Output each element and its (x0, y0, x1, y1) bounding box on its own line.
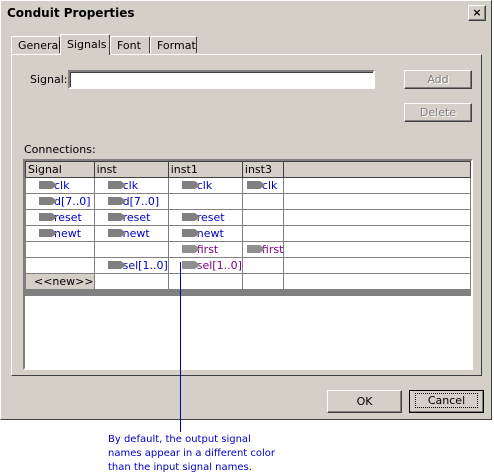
grid-cell[interactable]: newt (25, 225, 95, 242)
grid-cell[interactable] (167, 193, 243, 210)
grid-cell[interactable] (241, 273, 285, 290)
close-button[interactable]: × (468, 5, 486, 21)
input-port-icon (246, 181, 265, 190)
grid-cell[interactable]: reset (167, 209, 243, 226)
table-row: first first (25, 241, 471, 258)
new-connection-cell[interactable]: <<new>> (25, 273, 95, 290)
grid-cell[interactable]: newt (167, 225, 243, 242)
column-header-inst[interactable]: inst (93, 161, 169, 178)
input-port-icon (107, 229, 126, 238)
column-header-inst3[interactable]: inst3 (241, 161, 285, 178)
input-port-icon (181, 213, 200, 222)
connections-grid[interactable]: Signal inst inst1 inst3 clk clk clk clk … (23, 159, 473, 370)
table-row: reset reset reset (25, 209, 471, 226)
column-header-inst1[interactable]: inst1 (167, 161, 243, 178)
output-port-icon (181, 245, 200, 254)
cancel-button[interactable]: Cancel (409, 390, 484, 413)
tab-font[interactable]: Font (110, 36, 150, 53)
grid-cell[interactable]: reset (93, 209, 169, 226)
grid-cell[interactable] (241, 257, 285, 274)
grid-cell[interactable]: first (241, 241, 285, 258)
grid-cell[interactable]: first (167, 241, 243, 258)
tab-general[interactable]: General (11, 36, 61, 53)
callout-line-3: than the input signal names. (108, 462, 252, 473)
grid-header-row: Signal inst inst1 inst3 (25, 161, 471, 178)
input-port-icon (39, 213, 57, 222)
grid-cell[interactable]: clk (93, 177, 169, 194)
callout-line-1: By default, the output signal (108, 434, 251, 445)
grid-cell[interactable] (241, 193, 285, 210)
callout-line (180, 262, 181, 432)
output-port-icon (181, 261, 200, 270)
table-row: sel[1..0] sel[1..0] (25, 257, 471, 274)
grid-cell[interactable]: clk (25, 177, 95, 194)
callout-text: By default, the output signal names appe… (108, 433, 328, 475)
grid-cell[interactable]: clk (167, 177, 243, 194)
output-port-icon (246, 245, 265, 254)
input-port-icon (39, 181, 57, 190)
ok-button[interactable]: OK (327, 390, 402, 413)
input-port-icon (107, 261, 126, 270)
input-port-icon (181, 229, 200, 238)
column-header-blank (283, 161, 471, 178)
table-row: d[7..0] d[7..0] (25, 193, 471, 210)
tab-signals[interactable]: Signals (60, 34, 110, 55)
callout-line-2: names appear in a different color (108, 448, 276, 459)
connections-table: Signal inst inst1 inst3 clk clk clk clk … (25, 161, 471, 290)
dialog-title: Conduit Properties (7, 6, 135, 20)
input-port-icon (181, 181, 200, 190)
input-port-icon (107, 213, 126, 222)
grid-cell[interactable] (241, 225, 285, 242)
grid-cell[interactable]: sel[1..0] (93, 257, 169, 274)
input-port-icon (39, 197, 57, 206)
cancel-label: Cancel (414, 393, 479, 408)
input-port-icon (107, 181, 126, 190)
grid-cell[interactable] (25, 241, 95, 258)
table-row: newt newt newt (25, 225, 471, 242)
connections-label: Connections: (24, 143, 96, 156)
signal-input[interactable] (68, 70, 375, 89)
tab-format[interactable]: Format (150, 36, 197, 53)
grid-cell (283, 177, 471, 194)
grid-cell (283, 273, 471, 290)
grid-cell[interactable] (25, 257, 95, 274)
signal-label: Signal: (30, 73, 68, 86)
grid-cell (283, 193, 471, 210)
grid-cell[interactable] (93, 241, 169, 258)
table-row: clk clk clk clk (25, 177, 471, 194)
grid-cell[interactable]: d[7..0] (25, 193, 95, 210)
grid-cell[interactable]: reset (25, 209, 95, 226)
grid-cell[interactable] (241, 209, 285, 226)
delete-button[interactable]: Delete (404, 103, 472, 122)
grid-cell (283, 257, 471, 274)
grid-cell (283, 209, 471, 226)
grid-cell[interactable]: clk (241, 177, 285, 194)
conduit-properties-dialog: Conduit Properties × General Signals Fon… (0, 0, 492, 420)
title-bar[interactable]: Conduit Properties × (3, 3, 489, 23)
grid-cell[interactable]: newt (93, 225, 169, 242)
grid-empty-area (25, 296, 471, 368)
input-port-icon (107, 197, 126, 206)
grid-cell[interactable]: d[7..0] (93, 193, 169, 210)
new-row: <<new>> (25, 273, 471, 290)
grid-cell (283, 225, 471, 242)
add-button[interactable]: Add (404, 70, 472, 89)
input-port-icon (39, 229, 57, 238)
grid-cell (283, 241, 471, 258)
grid-cell[interactable] (93, 273, 169, 290)
column-header-signal[interactable]: Signal (25, 161, 95, 178)
